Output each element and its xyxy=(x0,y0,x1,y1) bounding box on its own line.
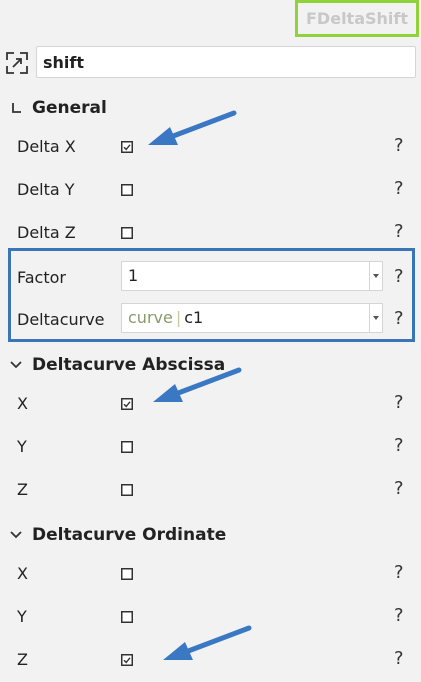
help-icon[interactable]: ? xyxy=(394,435,404,456)
help-icon[interactable]: ? xyxy=(394,392,404,413)
help-icon[interactable]: ? xyxy=(394,178,404,199)
property-label: Factor xyxy=(17,268,66,287)
section-title: Deltacurve Abscissa xyxy=(32,355,226,375)
property-row-delta-z: Delta Z ? xyxy=(0,212,421,255)
node-title: FDeltaShift xyxy=(295,0,419,37)
field-separator: | xyxy=(175,308,182,327)
property-row-ordinate-y: Y ? xyxy=(0,596,421,639)
checkbox-unchecked[interactable] xyxy=(121,184,133,196)
property-label: Y xyxy=(17,437,27,456)
property-label: Y xyxy=(17,607,27,626)
checkbox-checked[interactable] xyxy=(121,141,133,153)
checkbox-unchecked[interactable] xyxy=(121,484,133,496)
property-row-ordinate-z: Z ? xyxy=(0,639,421,682)
property-row-delta-x: Delta X ? xyxy=(0,126,421,169)
search-row xyxy=(6,46,416,78)
property-label: X xyxy=(17,394,28,413)
property-label: Deltacurve xyxy=(17,310,105,329)
help-icon[interactable]: ? xyxy=(394,562,404,583)
checkbox-unchecked[interactable] xyxy=(121,568,133,580)
property-row-delta-y: Delta Y ? xyxy=(0,169,421,212)
search-input[interactable] xyxy=(36,46,416,78)
property-row-abscissa-y: Y ? xyxy=(0,426,421,469)
property-row-ordinate-x: X ? xyxy=(0,553,421,596)
checkbox-checked[interactable] xyxy=(121,654,133,666)
property-label: Z xyxy=(17,480,28,499)
help-icon[interactable]: ? xyxy=(394,308,404,329)
dropdown-arrow-icon[interactable] xyxy=(369,262,382,290)
property-row-factor: Factor 1 ? xyxy=(0,257,421,300)
chevron-down-icon xyxy=(10,531,22,539)
section-header-deltacurve-ordinate[interactable]: Deltacurve Ordinate xyxy=(8,522,226,548)
factor-input[interactable]: 1 xyxy=(121,261,383,291)
expand-icon[interactable] xyxy=(6,52,28,74)
deltacurve-input[interactable]: curve | c1 xyxy=(121,303,383,333)
dropdown-arrow-icon[interactable] xyxy=(369,304,382,332)
help-icon[interactable]: ? xyxy=(394,135,404,156)
field-type-prefix: curve xyxy=(128,308,173,327)
help-icon[interactable]: ? xyxy=(394,266,404,287)
property-label: Delta X xyxy=(17,137,76,156)
field-value: 1 xyxy=(128,266,139,285)
property-row-deltacurve: Deltacurve curve | c1 ? xyxy=(0,299,421,342)
section-title: Deltacurve Ordinate xyxy=(32,525,227,545)
help-icon[interactable]: ? xyxy=(394,478,404,499)
property-label: X xyxy=(17,564,28,583)
property-label: Delta Y xyxy=(17,180,75,199)
property-row-abscissa-x: X ? xyxy=(0,383,421,426)
property-label: Z xyxy=(17,650,28,669)
section-title: General xyxy=(32,98,107,118)
field-value: c1 xyxy=(184,308,204,327)
checkbox-checked[interactable] xyxy=(121,398,133,410)
section-header-general[interactable]: General xyxy=(8,95,107,121)
property-label: Delta Z xyxy=(17,223,76,242)
checkbox-unchecked[interactable] xyxy=(121,611,133,623)
help-icon[interactable]: ? xyxy=(394,605,404,626)
checkbox-unchecked[interactable] xyxy=(121,227,133,239)
checkbox-unchecked[interactable] xyxy=(121,441,133,453)
section-header-deltacurve-abscissa[interactable]: Deltacurve Abscissa xyxy=(8,352,225,378)
help-icon[interactable]: ? xyxy=(394,648,404,669)
collapse-corner-icon xyxy=(12,103,21,113)
help-icon[interactable]: ? xyxy=(394,221,404,242)
property-row-abscissa-z: Z ? xyxy=(0,469,421,512)
chevron-down-icon xyxy=(10,361,22,369)
